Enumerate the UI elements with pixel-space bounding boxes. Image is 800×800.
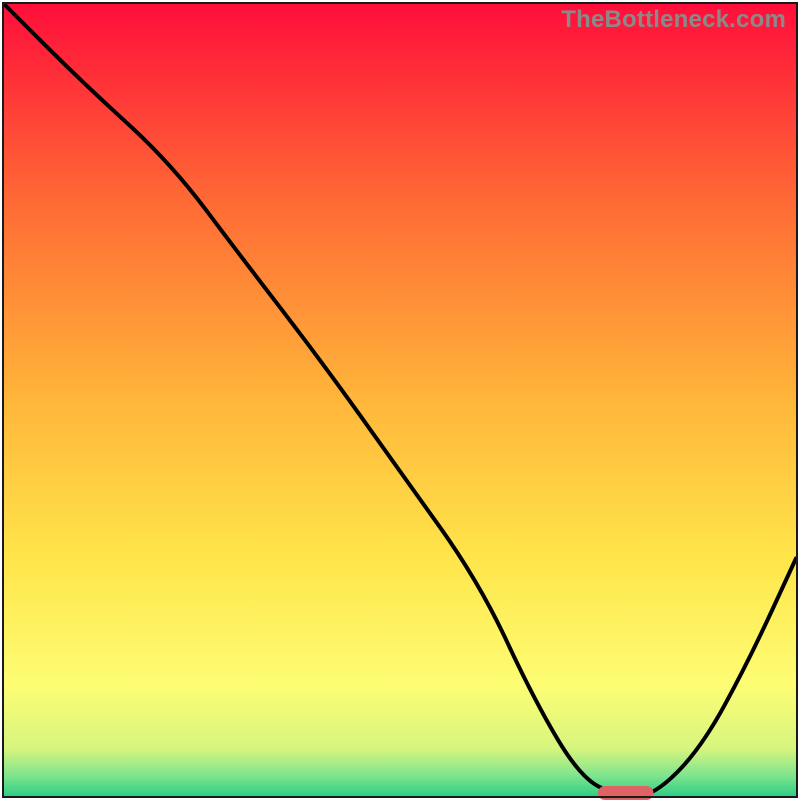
gradient-background: [0, 0, 800, 800]
chart-border: [2, 2, 798, 4]
chart-border: [2, 2, 4, 798]
chart-border: [2, 796, 798, 798]
bottleneck-chart: TheBottleneck.com: [0, 0, 800, 800]
chart-border: [796, 2, 798, 798]
